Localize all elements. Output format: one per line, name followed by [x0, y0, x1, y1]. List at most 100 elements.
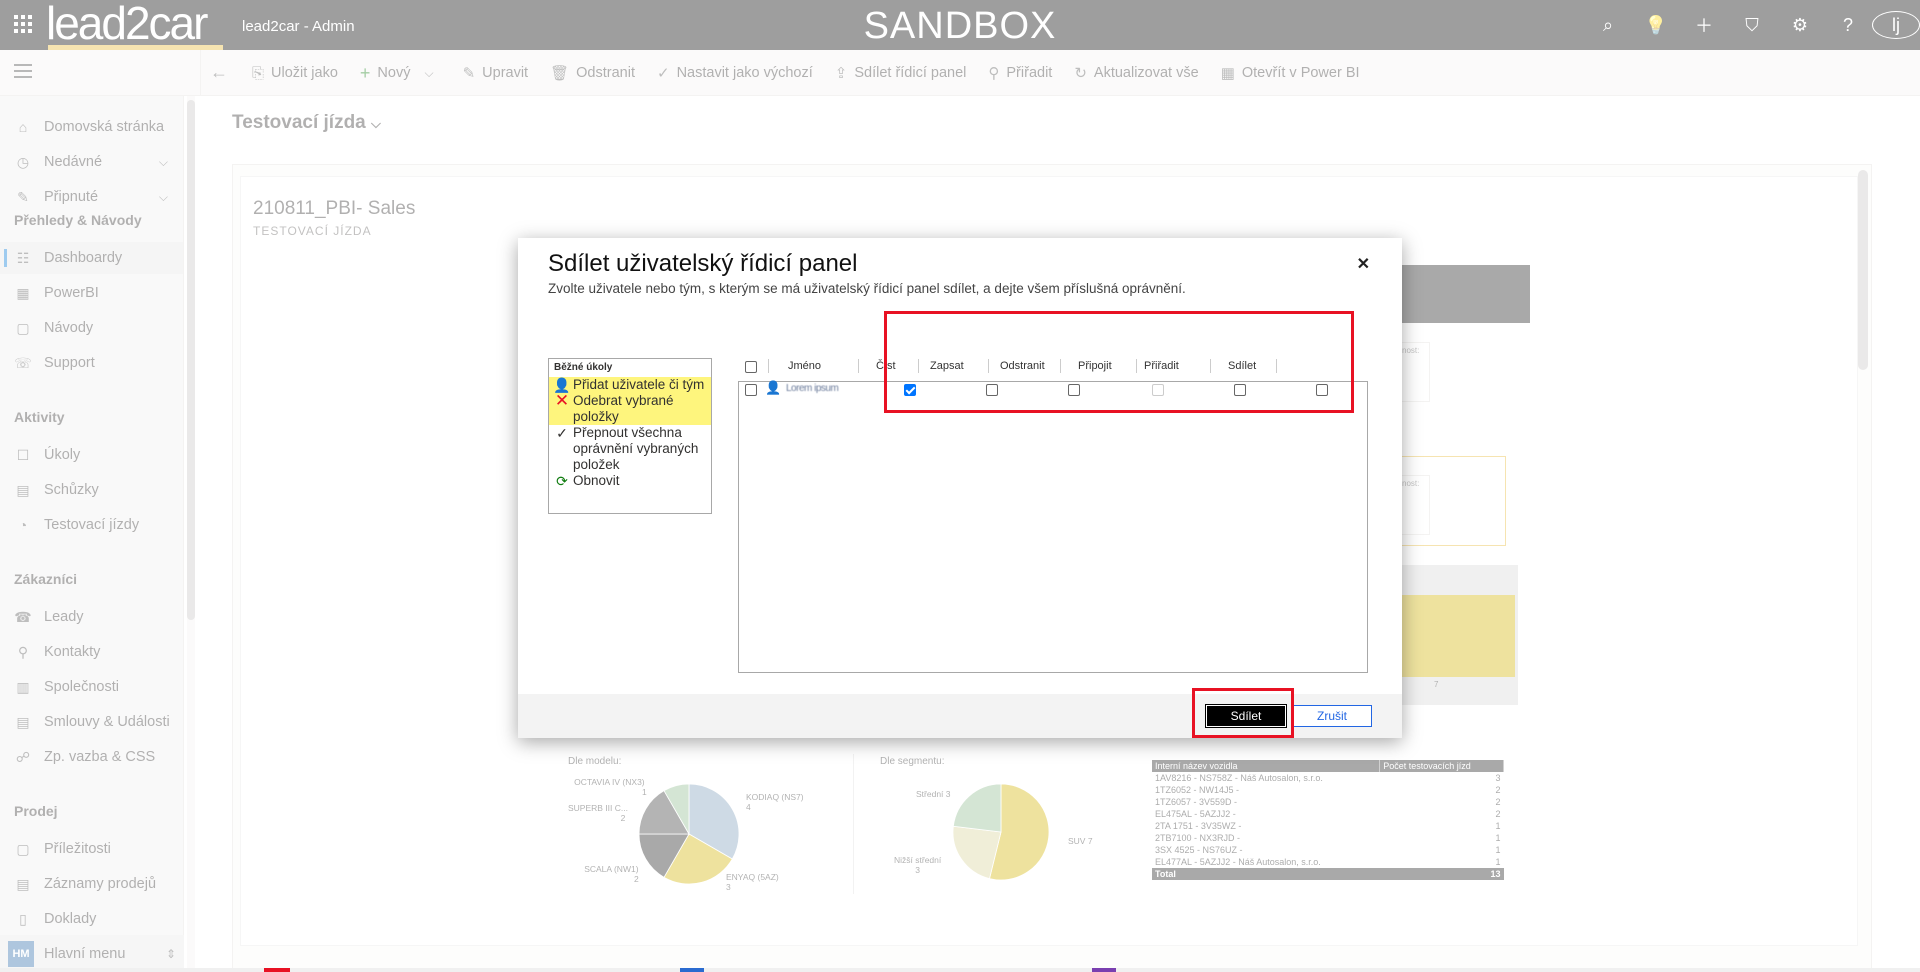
pie-label-suv: SUV 7	[1068, 836, 1093, 846]
test-drive-count-cell: 1	[1495, 857, 1501, 867]
pie-label-value: 2	[634, 874, 639, 884]
remove-x-icon: ✕	[554, 391, 570, 410]
pie-label-text: OCTAVIA IV (NX3)	[574, 777, 645, 787]
table-row[interactable]: 3SX 4525 - NS76UZ - 1	[1152, 844, 1504, 856]
test-drive-count-cell: 2	[1495, 785, 1501, 795]
refresh-task[interactable]: ⟳ Obnovit	[549, 473, 711, 489]
delete-checkbox[interactable]	[1068, 384, 1080, 396]
add-user-team-task[interactable]: 👤 Přidat uživatele či tým	[549, 377, 711, 393]
share-dashboard-dialog: Sdílet uživatelský řídicí panel Zvolte u…	[518, 238, 1402, 738]
append-checkbox	[1152, 384, 1164, 396]
user-icon: 👤	[765, 380, 782, 395]
pie-label-octavia: OCTAVIA IV (NX3) 1	[572, 777, 647, 797]
pie-label-value: 1	[642, 787, 647, 797]
column-separator	[918, 359, 919, 373]
table-total-row: Total 13	[1152, 868, 1504, 880]
pie-label-value: 4	[746, 802, 751, 812]
test-drive-count-cell: 1	[1495, 833, 1501, 843]
table-row[interactable]: 2TA 1751 - 3V35WZ - 1	[1152, 820, 1504, 832]
task-label: Přidat uživatele či tým	[573, 377, 705, 392]
remove-selected-task[interactable]: ✕ Odebrat vybrané položky	[549, 391, 711, 425]
vehicle-name-cell: EL477AL - 5AZJJ2 - Náš Autosalon, s.r.o.	[1155, 857, 1321, 867]
vehicle-name-cell: 1AV8216 - NS758Z - Náš Autosalon, s.r.o.	[1155, 773, 1323, 783]
table-row[interactable]: 1TZ6052 - NW14J5 - 2	[1152, 784, 1504, 796]
table-row[interactable]: EL475AL - 5AZJJ2 - 2	[1152, 808, 1504, 820]
column-separator	[858, 359, 859, 373]
vehicle-name-cell: 2TB7100 - NX3RJD -	[1155, 833, 1241, 843]
column-separator	[1060, 359, 1061, 373]
test-drive-count-cell: 2	[1495, 797, 1501, 807]
vehicle-table-body: 1AV8216 - NS758Z - Náš Autosalon, s.r.o.…	[1152, 772, 1504, 880]
test-drive-count-cell: 2	[1495, 809, 1501, 819]
table-row[interactable]: 1TZ6057 - 3V559D - 2	[1152, 796, 1504, 808]
select-all-checkbox[interactable]	[745, 361, 757, 373]
column-separator	[988, 359, 989, 373]
pie-label-value: 2	[620, 813, 626, 823]
taskbar-mark	[680, 968, 704, 972]
table-row[interactable]: 1AV8216 - NS758Z - Náš Autosalon, s.r.o.…	[1152, 772, 1504, 784]
pie-label-text: SCALA (NW1)	[584, 864, 639, 874]
permissions-grid	[738, 381, 1368, 673]
share-checkbox[interactable]	[1316, 384, 1328, 396]
pie-label-text: ENYAQ (5AZ)	[726, 872, 779, 882]
column-read[interactable]: Číst	[876, 360, 896, 372]
common-tasks-panel: Běžné úkoly 👤 Přidat uživatele či tým ✕ Od…	[548, 358, 712, 514]
column-write[interactable]: Zapsat	[930, 360, 964, 372]
column-name[interactable]: Jméno	[788, 360, 821, 372]
user-name[interactable]: Lorem ipsum	[786, 383, 839, 394]
vehicle-name-cell: 1TZ6052 - NW14J5 -	[1155, 785, 1240, 795]
pie-label-enyaq: ENYAQ (5AZ) 3	[726, 872, 779, 892]
pie-label-stredni: Střední 3	[916, 789, 951, 799]
pie-label-text: Nižší střední	[894, 855, 942, 865]
refresh-icon: ⟳	[556, 473, 568, 489]
task-label: Obnovit	[573, 473, 620, 488]
pie-label-superb: SUPERB III C... 2	[568, 803, 628, 823]
common-tasks-header: Běžné úkoly	[554, 362, 613, 373]
row-select-checkbox[interactable]	[745, 384, 757, 396]
pie-label-value: 3	[915, 865, 920, 875]
segment-pie-chart	[952, 783, 1050, 881]
total-value-cell: 13	[1379, 868, 1504, 880]
vehicle-name-cell: EL475AL - 5AZJJ2 -	[1155, 809, 1236, 819]
test-drive-count-cell: 1	[1495, 821, 1501, 831]
table-header-vehicle[interactable]: Interní název vozidla	[1152, 760, 1381, 772]
column-separator	[1136, 359, 1137, 373]
column-share[interactable]: Sdílet	[1228, 360, 1256, 372]
model-chart-title: Dle modelu:	[568, 756, 622, 767]
pie-label-value: 3	[726, 882, 731, 892]
share-button[interactable]: Sdílet	[1205, 704, 1287, 728]
dialog-subtitle: Zvolte uživatele nebo tým, s kterým se m…	[548, 281, 1186, 296]
task-label: Odebrat vybrané položky	[573, 393, 674, 424]
read-checkbox[interactable]	[904, 384, 916, 396]
write-checkbox[interactable]	[986, 384, 998, 396]
assign-checkbox[interactable]	[1234, 384, 1246, 396]
checkmark-icon: ✓	[556, 425, 568, 441]
chart-divider	[853, 754, 854, 894]
pie-slice-st-edn-[interactable]	[952, 783, 1002, 833]
vehicle-name-cell: 2TA 1751 - 3V35WZ -	[1155, 821, 1242, 831]
column-delete[interactable]: Odstranit	[1000, 360, 1045, 372]
cancel-button[interactable]: Zrušit	[1292, 705, 1372, 727]
taskbar-mark	[264, 968, 290, 972]
pie-label-kodiaq: KODIAQ (NS7) 4	[746, 792, 804, 812]
column-separator	[1276, 359, 1277, 373]
app-window: lead2car lead2car - Admin SANDBOX ⌕ 💡 ＋ …	[0, 0, 1920, 972]
table-row[interactable]: EL477AL - 5AZJJ2 - Náš Autosalon, s.r.o.…	[1152, 856, 1504, 868]
permissions-grid-header: Jméno Číst Zapsat Odstranit Připojit Při…	[738, 356, 1368, 378]
taskbar-mark	[1092, 968, 1116, 972]
pie-label-scala: SCALA (NW1) 2	[584, 864, 639, 884]
column-assign[interactable]: Přiřadit	[1144, 360, 1179, 372]
segment-chart-title: Dle segmentu:	[880, 756, 945, 767]
close-icon[interactable]: ✕	[1357, 254, 1370, 274]
vehicle-table: Interní název vozidla Počet testovacích …	[1152, 760, 1504, 880]
dialog-title: Sdílet uživatelský řídicí panel	[548, 250, 858, 277]
table-header-count[interactable]: Počet testovacích jízd	[1379, 760, 1504, 772]
column-separator	[1210, 359, 1211, 373]
total-label-cell: Total	[1152, 868, 1380, 880]
table-row[interactable]: 2TB7100 - NX3RJD - 1	[1152, 832, 1504, 844]
toggle-permissions-task[interactable]: ✓ Přepnout všechna oprávnění vybraných po…	[549, 425, 711, 473]
pie-label-text: SUPERB III C...	[568, 803, 628, 813]
model-pie-chart	[638, 783, 740, 885]
column-append[interactable]: Připojit	[1078, 360, 1112, 372]
vehicle-name-cell: 1TZ6057 - 3V559D -	[1155, 797, 1238, 807]
